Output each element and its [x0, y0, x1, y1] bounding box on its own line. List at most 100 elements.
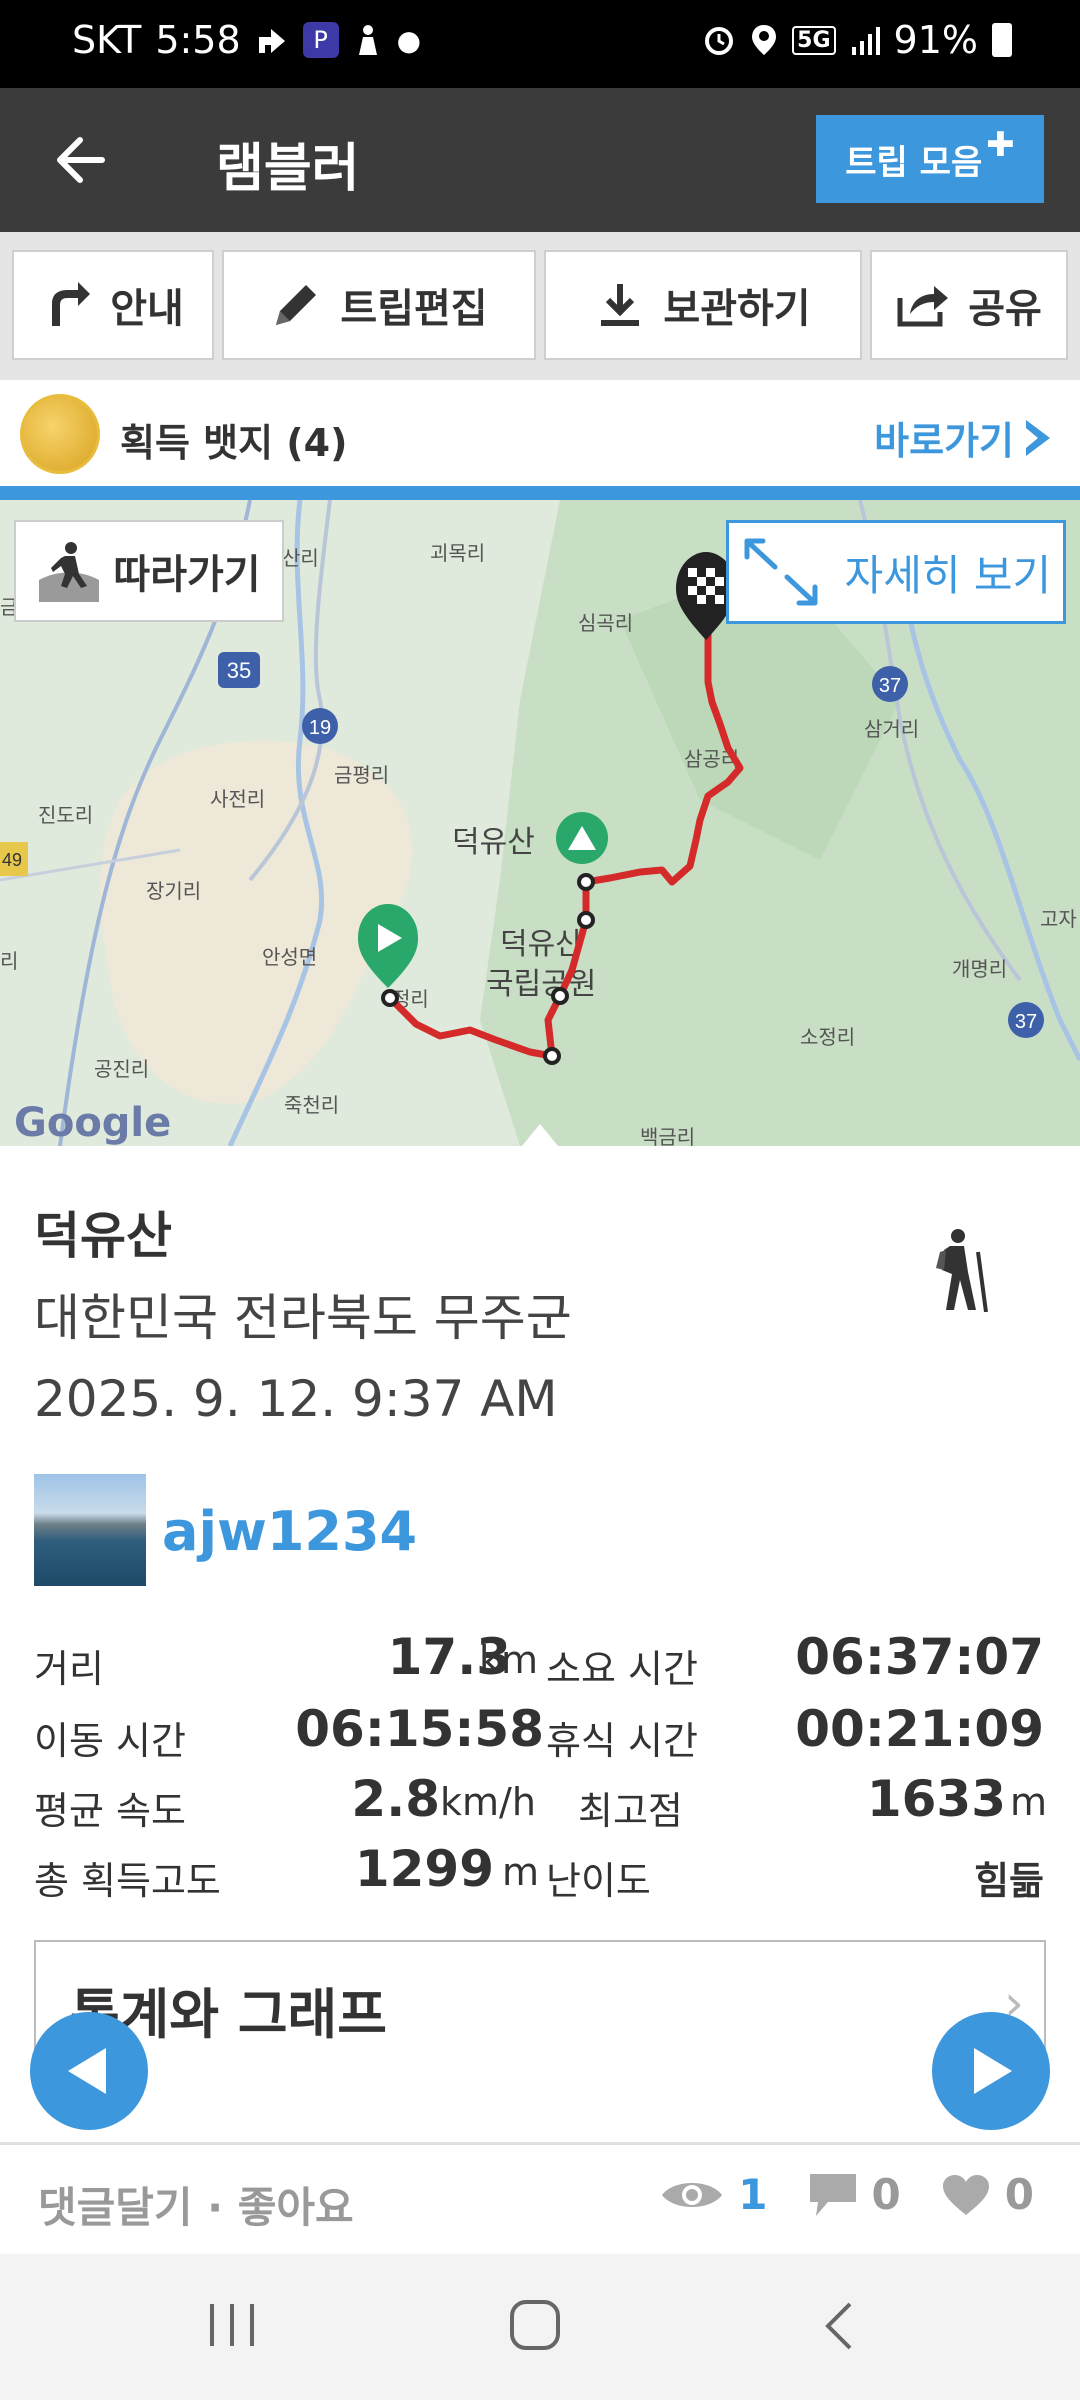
total-gain-label: 총 획득고도: [34, 1859, 221, 1903]
app-header: 램블러 트립 모음 ✚: [0, 88, 1080, 232]
svg-text:49: 49: [2, 850, 22, 870]
share-button[interactable]: 공유: [870, 250, 1068, 360]
avg-speed-label: 평균 속도: [34, 1789, 186, 1833]
badge-medal-icon: [20, 394, 100, 474]
system-navigation-bar: [0, 2254, 1080, 2400]
goto-link[interactable]: 바로가기: [874, 410, 1052, 465]
total-gain-value: 1299: [354, 1840, 494, 1898]
route-shield-35: 35: [218, 652, 260, 688]
plus-icon: ✚: [986, 125, 1015, 165]
status-bar: SKT 5:58 P ● 5G 91%: [0, 0, 1080, 88]
user-avatar[interactable]: [34, 1474, 146, 1586]
map-top-border: [0, 486, 1080, 500]
map-view[interactable]: 35 19 37 37 49 산리 괴목리 심곡리 삼공리 삼거리 금평리 사전…: [0, 500, 1080, 1146]
difficulty-value: 힘듦: [974, 1859, 1044, 1903]
badge-row[interactable]: 획득 뱃지 (4) 바로가기: [0, 380, 1080, 486]
map-label: 안성면: [262, 946, 317, 969]
park-label: 덕유산: [500, 928, 583, 961]
person-icon: [358, 25, 377, 55]
map-label: 괴목리: [430, 542, 485, 565]
back-arrow-icon[interactable]: [46, 124, 118, 196]
expand-icon: [744, 538, 818, 606]
share-icon: [897, 286, 949, 327]
pencil-icon: [276, 285, 317, 325]
map-label: 사전리: [210, 788, 265, 811]
app-title: 램블러: [216, 139, 360, 199]
follow-button[interactable]: 따라가기: [14, 520, 284, 622]
distance-label: 거리: [34, 1647, 104, 1691]
arrow-left-icon: [68, 2048, 106, 2094]
recent-apps-icon[interactable]: [206, 2300, 258, 2350]
location-icon: [752, 25, 777, 55]
carrier: SKT: [72, 18, 142, 62]
trip-collection-button[interactable]: 트립 모음 ✚: [816, 115, 1044, 203]
detail-label: 자세히 보기: [844, 550, 1052, 600]
next-trip-button[interactable]: [932, 2012, 1050, 2130]
clock: 5:58: [155, 18, 241, 62]
status-left: SKT 5:58 P ●: [72, 18, 421, 62]
comment-icon: [809, 2173, 856, 2216]
trip-date: 2025. 9. 12. 9:37 AM: [34, 1370, 558, 1428]
max-elev-value: 1633: [866, 1770, 1006, 1828]
region: 대한민국 전라북도 무주군: [34, 1289, 572, 1347]
edit-label: 트립편집: [340, 286, 488, 332]
route-shield-49: 49: [0, 842, 28, 876]
map-label: 심곡리: [578, 612, 633, 635]
save-button[interactable]: 보관하기: [544, 250, 862, 360]
hiking-icon: [936, 1229, 988, 1312]
comment-count: 0: [871, 2170, 901, 2219]
google-logo: Google: [14, 1100, 172, 1146]
eye-icon: [662, 2182, 723, 2207]
moving-label: 이동 시간: [34, 1719, 186, 1763]
mountain-label: 덕유산: [452, 826, 535, 859]
action-toolbar: 안내 트립편집 보관하기 공유: [0, 232, 1080, 380]
turn-arrow-icon: [52, 282, 91, 326]
divider: [0, 2142, 1080, 2145]
back-icon[interactable]: [818, 2300, 858, 2352]
duration-value: 06:37:07: [795, 1628, 1044, 1686]
follow-label: 따라가기: [113, 552, 261, 598]
comment-like-link[interactable]: 댓글달기 · 좋아요: [38, 2174, 354, 2235]
map-label: 산리: [282, 547, 319, 570]
dot-icon: ●: [396, 23, 422, 57]
map-label: 리: [0, 950, 18, 973]
route-shield-37b: 37: [1008, 1002, 1044, 1038]
map-label: 금평리: [334, 764, 389, 787]
walking-person-icon: [39, 542, 100, 602]
rest-label: 휴식 시간: [546, 1719, 698, 1763]
home-icon[interactable]: [508, 2298, 562, 2352]
stats-row-gain: 총 획득고도 1299 m 난이도 힘듦: [34, 1840, 1046, 1903]
map-label: 죽천리: [284, 1094, 339, 1117]
map-label: 공진리: [94, 1058, 149, 1081]
view-count: 1: [738, 2170, 768, 2219]
username[interactable]: ajw1234: [162, 1500, 417, 1563]
like-count: 0: [1004, 2170, 1034, 2219]
duration-label: 소요 시간: [546, 1647, 698, 1691]
edit-trip-button[interactable]: 트립편집: [222, 250, 536, 360]
total-gain-unit: m: [502, 1850, 540, 1894]
route-shield-37a: 37: [872, 666, 908, 702]
download-icon: [601, 284, 640, 326]
map-label: 삼거리: [864, 718, 919, 741]
heart-icon[interactable]: [941, 2173, 991, 2217]
park-label: 국립공원: [486, 968, 596, 1001]
battery-percent: 91%: [893, 18, 978, 62]
save-label: 보관하기: [663, 286, 811, 332]
engagement-counts: 1 0 0: [660, 2170, 1034, 2219]
stats-row-moving: 이동 시간 06:15:58 휴식 시간 00:21:09: [34, 1700, 1046, 1763]
battery-icon: [992, 23, 1012, 57]
guide-button[interactable]: 안내: [12, 250, 214, 360]
avg-speed-value: 2.8: [351, 1770, 440, 1828]
goto-label: 바로가기: [874, 419, 1014, 463]
previous-trip-button[interactable]: [30, 2012, 148, 2130]
stats-row-distance: 거리 17.3 km 소요 시간 06:37:07: [34, 1628, 1046, 1691]
max-elev-unit: m: [1010, 1780, 1048, 1824]
map-label: 고자: [1040, 908, 1077, 931]
svg-text:37: 37: [1015, 1011, 1037, 1033]
stats-row-speed: 평균 속도 2.8 km/h 최고점 1633 m: [34, 1770, 1048, 1833]
map-label: 장기리: [146, 880, 201, 903]
detail-view-button[interactable]: 자세히 보기: [726, 520, 1066, 624]
svg-text:19: 19: [309, 717, 331, 739]
share-label: 공유: [968, 286, 1042, 332]
stats-graph-card[interactable]: 통계와 그래프 ›: [34, 1940, 1046, 2070]
